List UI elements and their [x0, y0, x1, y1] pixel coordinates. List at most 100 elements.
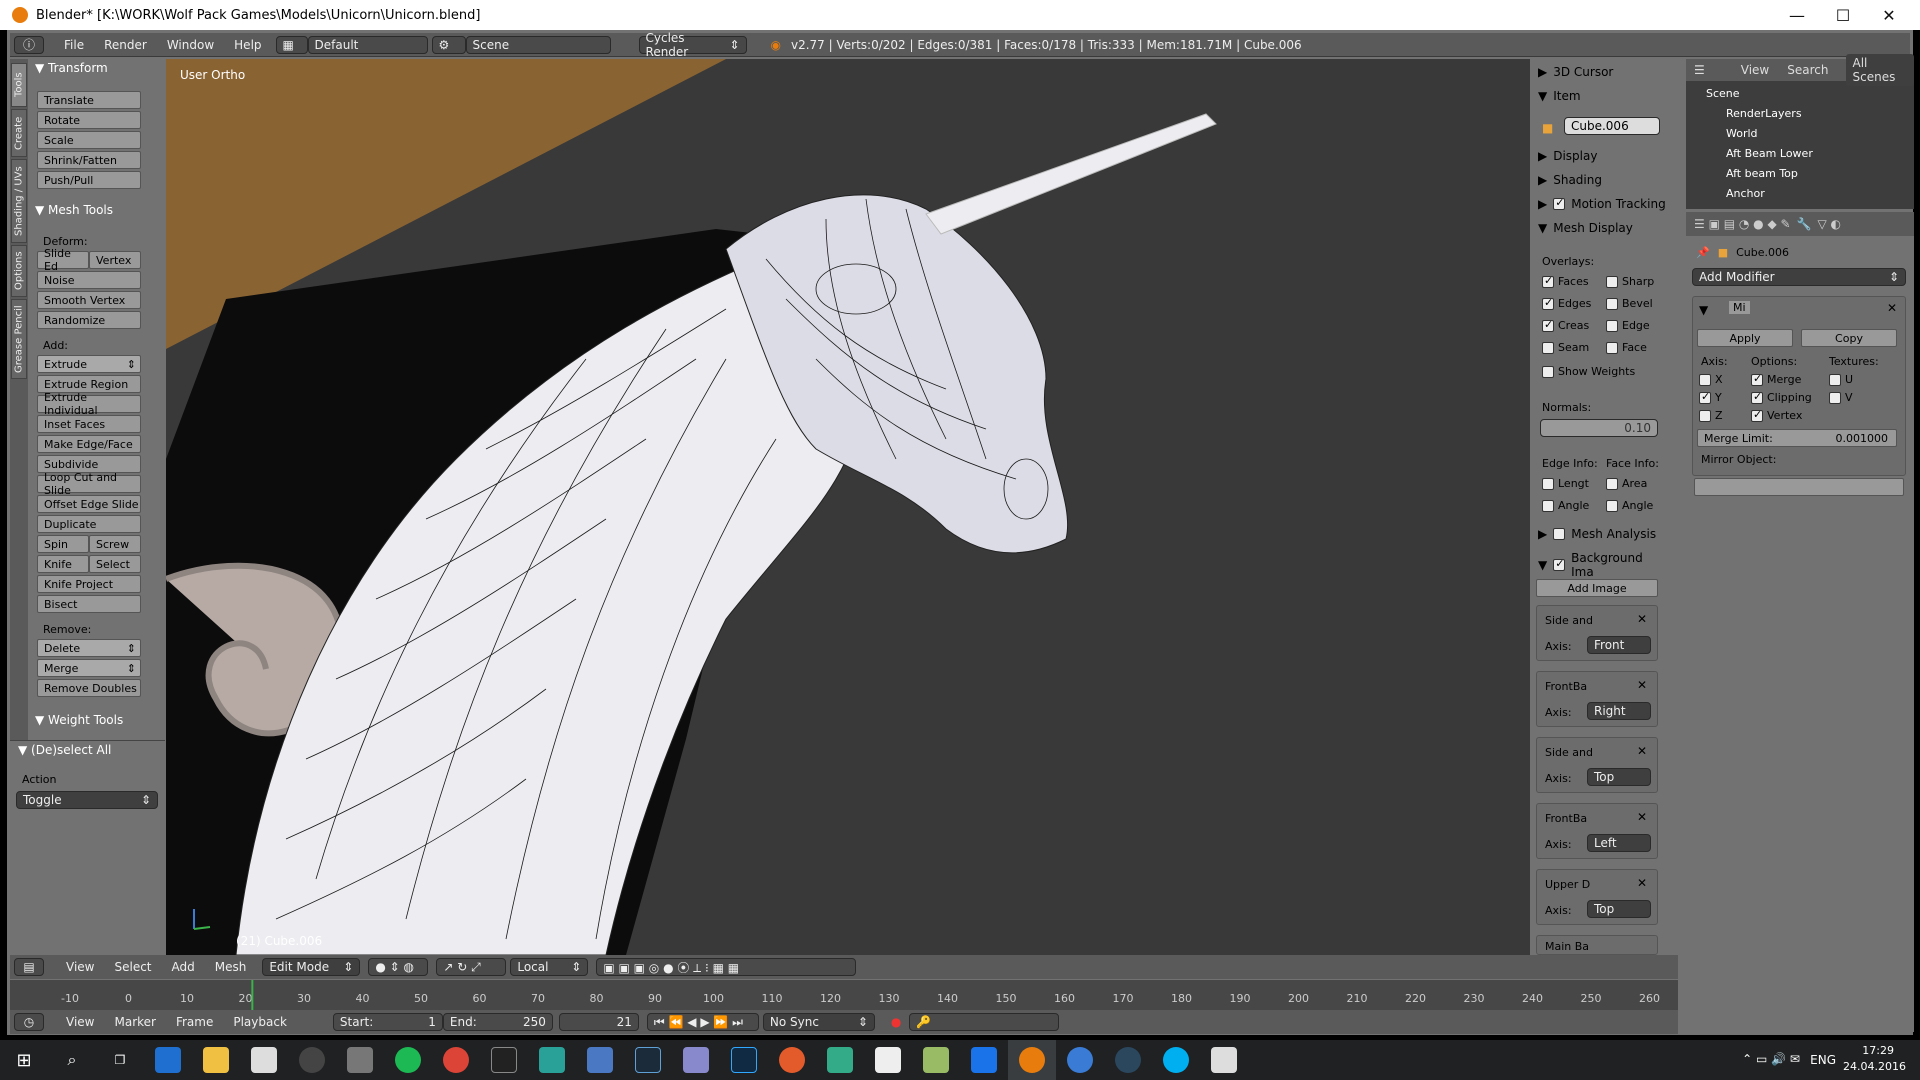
close-icon[interactable]: ✕ — [1637, 810, 1647, 824]
edge-angle[interactable]: Angle — [1542, 499, 1589, 512]
wrench-icon[interactable]: 🔧 — [1797, 217, 1812, 231]
operator-panel-header[interactable]: ▼ (De)select All — [18, 741, 111, 759]
slide-edge-button[interactable]: Slide Ed — [37, 247, 89, 273]
slide-vertex-button[interactable]: Vertex — [89, 251, 141, 269]
bg-image-item-partial[interactable]: Main Ba — [1536, 935, 1658, 955]
apply-button[interactable]: Apply — [1697, 329, 1793, 347]
face-angle[interactable]: Angle — [1606, 499, 1653, 512]
tex-v[interactable]: V — [1829, 391, 1853, 404]
tl-menu-view[interactable]: View — [56, 1015, 104, 1029]
overlay-bevel[interactable]: Bevel — [1606, 297, 1653, 310]
knife-button[interactable]: Knife — [37, 555, 89, 573]
close-icon[interactable]: ✕ — [1637, 876, 1647, 890]
show-weights-checkbox[interactable] — [1542, 365, 1554, 378]
scene-icon[interactable]: ⚙ — [431, 35, 466, 54]
current-frame-field[interactable]: 21 — [558, 1013, 639, 1031]
clock-time[interactable]: 17:29 — [1862, 1044, 1894, 1057]
7zip-icon[interactable] — [480, 1040, 528, 1080]
outliner-aft-beam-lower[interactable]: Aft Beam Lower — [1726, 147, 1813, 160]
opt-merge[interactable]: Merge — [1751, 372, 1801, 386]
overlay-edge-checkbox[interactable] — [1606, 319, 1618, 332]
transform-panel-header[interactable]: ▼ Transform — [35, 59, 108, 77]
tab-create[interactable]: Create — [11, 109, 27, 157]
duplicate-button[interactable]: Duplicate — [37, 515, 141, 533]
app-icon[interactable] — [768, 1040, 816, 1080]
item-header[interactable]: ▼ Item — [1538, 89, 1581, 103]
overlay-faces-checkbox[interactable] — [1542, 274, 1554, 288]
tab-shading-uvs[interactable]: Shading / UVs — [11, 159, 27, 243]
overlay-bevel-checkbox[interactable] — [1606, 297, 1618, 310]
app-icon[interactable] — [672, 1040, 720, 1080]
close-button[interactable]: ✕ — [1866, 0, 1912, 30]
record-icon[interactable]: ● — [891, 1015, 901, 1029]
close-icon[interactable]: ✕ — [1637, 678, 1647, 692]
opt-clipping[interactable]: Clipping — [1751, 390, 1812, 404]
mesh-tools-panel-header[interactable]: ▼ Mesh Tools — [35, 201, 113, 219]
inset-faces-button[interactable]: Inset Faces — [37, 415, 141, 433]
close-icon[interactable]: ✕ — [1887, 301, 1897, 315]
photos-icon[interactable] — [1200, 1040, 1248, 1080]
timeline-editor-icon[interactable]: ◷ — [14, 1013, 44, 1031]
bg-axis-select[interactable]: Left — [1587, 834, 1651, 852]
tray-icons[interactable]: ⌃ ▭ 🔊 ✉ — [1742, 1052, 1800, 1066]
menu-file[interactable]: File — [54, 38, 94, 52]
outliner-filter-select[interactable]: All Scenes — [1846, 54, 1914, 86]
item-name-field[interactable]: Cube.006 — [1564, 117, 1660, 135]
modifier-name-field[interactable]: Mi — [1729, 301, 1750, 314]
rotate-button[interactable]: Rotate — [37, 111, 141, 129]
shading-header[interactable]: ▶ Shading — [1538, 173, 1602, 187]
playback-controls[interactable]: ⏮ ⏪ ◀ ▶ ⏩ ⏭ — [646, 1013, 759, 1031]
manipulator-icons[interactable]: ↗ ↻ ⤢ — [436, 958, 507, 976]
action-select[interactable]: Toggle ⇕ — [16, 791, 158, 809]
opt-vertex[interactable]: Vertex — [1751, 408, 1802, 422]
vp-menu-select[interactable]: Select — [104, 960, 161, 974]
noise-button[interactable]: Noise — [37, 271, 141, 289]
overlay-creases[interactable]: Creas — [1542, 318, 1589, 332]
outliner-scene[interactable]: Scene — [1706, 87, 1740, 100]
scene-field[interactable]: Scene — [465, 35, 611, 54]
search-icon[interactable]: ⌕ — [48, 1040, 96, 1080]
steam-icon[interactable] — [1104, 1040, 1152, 1080]
knife-project-button[interactable]: Knife Project — [37, 575, 141, 593]
app-icon[interactable] — [576, 1040, 624, 1080]
mesh-analysis-header[interactable]: ▶ Mesh Analysis — [1538, 527, 1656, 541]
vp-menu-add[interactable]: Add — [162, 960, 205, 974]
render-engine-select[interactable]: Cycles Render ⇕ — [638, 31, 747, 59]
spotify-icon[interactable] — [384, 1040, 432, 1080]
app-icon[interactable] — [528, 1040, 576, 1080]
app-icon[interactable] — [912, 1040, 960, 1080]
chrome-icon[interactable] — [432, 1040, 480, 1080]
app-icon[interactable] — [816, 1040, 864, 1080]
overlay-edges[interactable]: Edges — [1542, 296, 1591, 310]
bg-image-item[interactable]: Upper D ✕ Axis: Top — [1536, 869, 1658, 925]
pin-icon[interactable]: 📌 — [1696, 246, 1710, 259]
layout-icon[interactable]: ▦ — [275, 35, 308, 54]
extrude-individual-button[interactable]: Extrude Individual — [37, 391, 141, 417]
smooth-vertex-button[interactable]: Smooth Vertex — [37, 291, 141, 309]
menu-help[interactable]: Help — [224, 38, 271, 52]
edge-icon[interactable] — [144, 1040, 192, 1080]
push-pull-button[interactable]: Push/Pull — [37, 171, 141, 189]
edge-length[interactable]: Lengt — [1542, 477, 1589, 490]
opt-merge-checkbox[interactable] — [1751, 372, 1763, 386]
bg-axis-select[interactable]: Right — [1587, 702, 1651, 720]
maximize-button[interactable]: ☐ — [1820, 0, 1866, 30]
make-edge-face-button[interactable]: Make Edge/Face — [37, 435, 141, 453]
start-frame-field[interactable]: Start: 1 — [332, 1013, 443, 1031]
tex-u-checkbox[interactable] — [1829, 373, 1841, 386]
normal-size-field[interactable]: 0.10 — [1540, 419, 1658, 437]
tl-menu-marker[interactable]: Marker — [104, 1015, 165, 1029]
add-modifier-select[interactable]: Add Modifier ⇕ — [1692, 268, 1906, 286]
face-area-checkbox[interactable] — [1606, 477, 1618, 490]
3d-cursor-header[interactable]: ▶ 3D Cursor — [1538, 65, 1613, 79]
menu-window[interactable]: Window — [157, 38, 224, 52]
edge-angle-checkbox[interactable] — [1542, 499, 1554, 512]
app-icon[interactable] — [960, 1040, 1008, 1080]
bg-axis-select[interactable]: Top — [1587, 900, 1651, 918]
timeline[interactable]: -10 0 10 20 30 40 50 60 70 80 90 100 110 120 130 140 150… — [10, 980, 1678, 1010]
extrude-select[interactable]: Extrude ⇕ — [37, 355, 141, 373]
outliner-anchor[interactable]: Anchor — [1726, 187, 1765, 200]
viewport-editor-icon[interactable]: ▤ — [14, 958, 44, 976]
overlay-edges-checkbox[interactable] — [1542, 296, 1554, 310]
3d-viewport[interactable]: User Ortho (21) Cube.006 — [166, 59, 1530, 955]
